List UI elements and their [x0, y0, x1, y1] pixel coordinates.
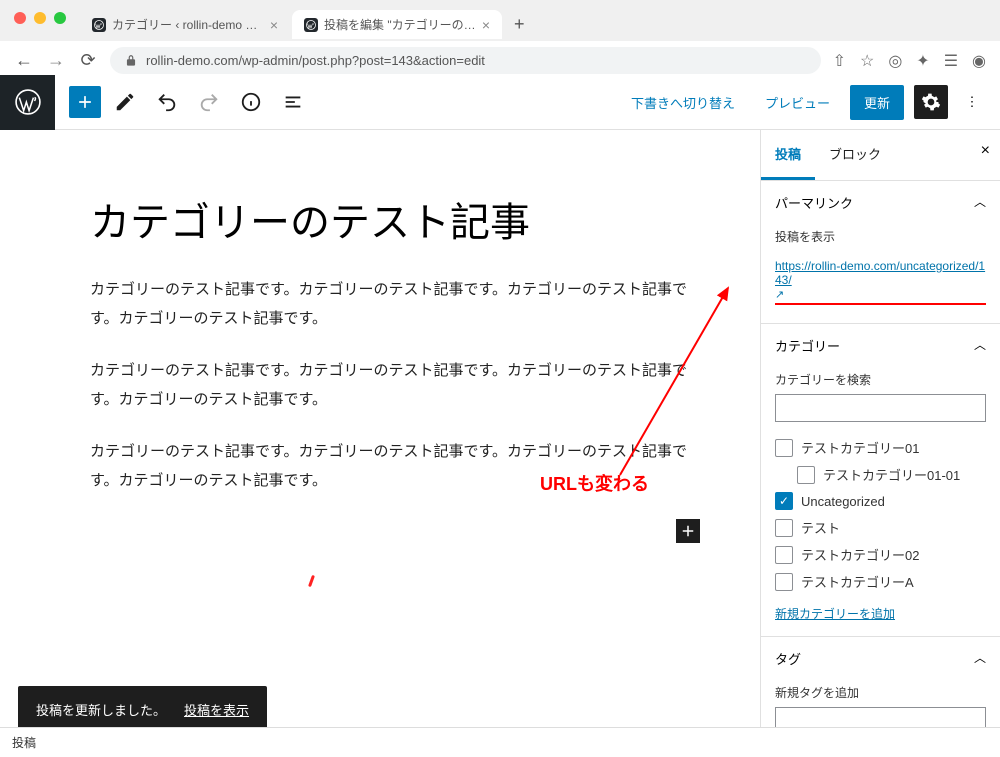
edit-mode-icon[interactable]	[107, 84, 143, 120]
outline-button[interactable]	[275, 84, 311, 120]
search-categories-label: カテゴリーを検索	[775, 371, 986, 388]
category-item[interactable]: テストカテゴリーA	[775, 568, 986, 595]
chevron-up-icon: ︿	[974, 649, 986, 668]
checkbox[interactable]	[775, 573, 793, 591]
panel-title: パーマリンク	[775, 193, 853, 212]
redo-button[interactable]	[191, 84, 227, 120]
panel-toggle[interactable]: タグ ︿	[761, 637, 1000, 680]
category-label: テストカテゴリー01	[801, 438, 919, 457]
window-close-dot[interactable]	[14, 12, 26, 24]
chevron-up-icon: ︿	[974, 193, 986, 212]
url-text: rollin-demo.com/wp-admin/post.php?post=1…	[146, 53, 485, 68]
snackbar: 投稿を更新しました。 投稿を表示	[18, 686, 267, 733]
wordpress-logo[interactable]	[0, 75, 55, 130]
checkbox[interactable]	[775, 439, 793, 457]
snackbar-action[interactable]: 投稿を表示	[184, 700, 249, 719]
annotation-mark	[308, 575, 315, 587]
camera-icon[interactable]: ◎	[888, 51, 902, 71]
checkbox[interactable]	[775, 546, 793, 564]
undo-button[interactable]	[149, 84, 185, 120]
window-max-dot[interactable]	[54, 12, 66, 24]
external-link-icon: ↗	[775, 289, 784, 301]
lock-icon	[124, 54, 138, 68]
tab-title: 投稿を編集 "カテゴリーのテスト記…	[324, 16, 476, 33]
tab-title: カテゴリー ‹ rollin-demo — Wor…	[112, 16, 264, 33]
category-item[interactable]: Uncategorized	[775, 488, 986, 514]
paragraph-block[interactable]: カテゴリーのテスト記事です。カテゴリーのテスト記事です。カテゴリーのテスト記事で…	[90, 357, 710, 414]
tab-close-icon[interactable]: ×	[482, 17, 490, 33]
category-label: テストカテゴリー02	[801, 545, 919, 564]
browser-tab[interactable]: 投稿を編集 "カテゴリーのテスト記… ×	[292, 10, 502, 39]
panel-title: タグ	[775, 649, 801, 668]
browser-chrome: カテゴリー ‹ rollin-demo — Wor… × 投稿を編集 "カテゴリ…	[0, 0, 1000, 75]
add-new-category-link[interactable]: 新規カテゴリーを追加	[775, 605, 986, 622]
chevron-up-icon: ︿	[974, 336, 986, 355]
preview-button[interactable]: プレビュー	[755, 85, 840, 120]
checkbox[interactable]	[797, 466, 815, 484]
tab-post[interactable]: 投稿	[761, 130, 815, 180]
settings-sidebar: 投稿 ブロック × パーマリンク ︿ 投稿を表示 https://rollin-…	[760, 130, 1000, 757]
category-label: テスト	[801, 518, 840, 537]
reload-button[interactable]: ⟳	[78, 50, 98, 71]
window-min-dot[interactable]	[34, 12, 46, 24]
apps-icon[interactable]: ☰	[944, 51, 958, 71]
annotation-text: URLも変わる	[540, 470, 649, 496]
category-item[interactable]: テストカテゴリー01	[775, 434, 986, 461]
tab-close-icon[interactable]: ×	[270, 17, 278, 33]
address-bar[interactable]: rollin-demo.com/wp-admin/post.php?post=1…	[110, 47, 821, 74]
add-block-button[interactable]	[69, 86, 101, 118]
share-icon[interactable]: ⇧	[833, 51, 846, 71]
category-item[interactable]: テストカテゴリー02	[775, 541, 986, 568]
star-icon[interactable]: ☆	[860, 51, 874, 71]
annotation-underline	[775, 303, 986, 305]
editor-footer-breadcrumb[interactable]: 投稿	[0, 727, 1000, 757]
browser-tab[interactable]: カテゴリー ‹ rollin-demo — Wor… ×	[80, 10, 290, 39]
category-label: テストカテゴリー01-01	[823, 465, 960, 484]
categories-panel: カテゴリー ︿ カテゴリーを検索 テストカテゴリー01 テストカテゴリー01-01…	[761, 324, 1000, 637]
tab-block[interactable]: ブロック	[815, 130, 895, 180]
permalink-action-label: 投稿を表示	[775, 228, 986, 245]
category-label: テストカテゴリーA	[801, 572, 914, 591]
switch-to-draft-button[interactable]: 下書きへ切り替え	[621, 85, 745, 120]
more-menu-button[interactable]: ⋮	[958, 94, 986, 110]
permalink-panel: パーマリンク ︿ 投稿を表示 https://rollin-demo.com/u…	[761, 181, 1000, 324]
post-title[interactable]: カテゴリーのテスト記事	[90, 190, 710, 248]
add-block-inline-button[interactable]	[676, 519, 700, 543]
panel-toggle[interactable]: カテゴリー ︿	[761, 324, 1000, 367]
forward-button[interactable]: →	[46, 50, 66, 71]
category-item[interactable]: テストカテゴリー01-01	[775, 461, 986, 488]
settings-button[interactable]	[914, 85, 948, 119]
editor-canvas[interactable]: カテゴリーのテスト記事 カテゴリーのテスト記事です。カテゴリーのテスト記事です。…	[0, 130, 760, 757]
info-button[interactable]	[233, 84, 269, 120]
add-tag-label: 新規タグを追加	[775, 684, 986, 701]
puzzle-icon[interactable]: ✦	[916, 51, 929, 71]
sidebar-close-button[interactable]: ×	[981, 142, 990, 160]
extension-icons: ⇧ ☆ ◎ ✦ ☰ ◉	[833, 51, 986, 71]
category-item[interactable]: テスト	[775, 514, 986, 541]
wordpress-favicon	[92, 18, 106, 32]
profile-icon[interactable]: ◉	[972, 51, 986, 71]
panel-title: カテゴリー	[775, 336, 840, 355]
search-categories-input[interactable]	[775, 394, 986, 422]
category-label: Uncategorized	[801, 494, 885, 509]
snackbar-message: 投稿を更新しました。	[36, 700, 166, 719]
paragraph-block[interactable]: カテゴリーのテスト記事です。カテゴリーのテスト記事です。カテゴリーのテスト記事で…	[90, 276, 710, 333]
update-button[interactable]: 更新	[850, 85, 904, 120]
permalink-url[interactable]: https://rollin-demo.com/uncategorized/14…	[775, 259, 986, 287]
back-button[interactable]: ←	[14, 50, 34, 71]
wordpress-favicon	[304, 18, 318, 32]
new-tab-button[interactable]: +	[504, 14, 535, 35]
checkbox[interactable]	[775, 519, 793, 537]
panel-toggle[interactable]: パーマリンク ︿	[761, 181, 1000, 224]
checkbox[interactable]	[775, 492, 793, 510]
editor-header: 下書きへ切り替え プレビュー 更新 ⋮	[0, 75, 1000, 130]
browser-tabs: カテゴリー ‹ rollin-demo — Wor… × 投稿を編集 "カテゴリ…	[0, 10, 1000, 39]
